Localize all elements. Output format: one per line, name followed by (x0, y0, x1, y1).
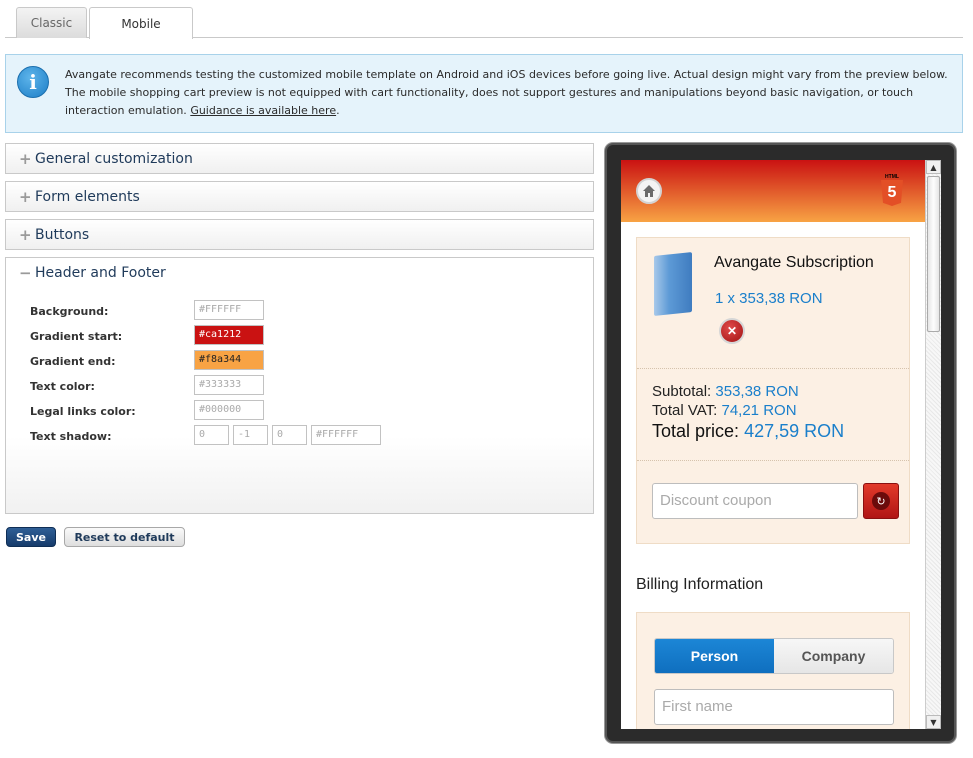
person-option[interactable]: Person (655, 639, 774, 673)
text-shadow-x-input[interactable]: 0 (194, 425, 229, 445)
product-quantity-price: 1 x 353,38 RON (715, 290, 823, 307)
section-header[interactable]: + Form elements (6, 182, 593, 211)
total-price-label: Total price: (652, 421, 740, 441)
html5-caption: HTML (885, 174, 899, 180)
section-form-elements: + Form elements (5, 181, 594, 212)
vat-value: 74,21 RON (721, 402, 797, 419)
tab-bar: Classic Mobile (5, 0, 963, 39)
text-color-input[interactable]: #333333 (194, 375, 264, 395)
text-shadow-color-input[interactable]: #FFFFFF (311, 425, 381, 445)
section-general-customization: + General customization (5, 143, 594, 174)
tab-mobile[interactable]: Mobile (89, 7, 193, 39)
scrollbar-thumb[interactable] (927, 176, 940, 332)
reset-to-default-button[interactable]: Reset to default (64, 527, 185, 547)
cart-summary-card: Avangate Subscription 1 x 353,38 RON ✕ S… (636, 237, 910, 544)
text-shadow-y-input[interactable]: -1 (233, 425, 268, 445)
preview-scrollbar[interactable]: ▲ ▼ (925, 160, 941, 729)
gradient-start-input[interactable]: #ca1212 (194, 325, 264, 345)
expand-icon: + (19, 225, 32, 244)
subtotal-label: Subtotal: (652, 383, 712, 400)
scroll-up-icon[interactable]: ▲ (926, 160, 941, 174)
apply-coupon-button[interactable]: ↻ (863, 483, 899, 519)
section-header-and-footer: − Header and Footer Background: #FFFFFF G… (5, 257, 594, 514)
section-title: Buttons (35, 226, 90, 243)
gradient-end-label: Gradient end: (30, 355, 116, 368)
mobile-preview-screen[interactable]: HTML 5 Avangate Subscription 1 x 353,38 … (621, 160, 925, 729)
expand-icon: + (19, 149, 32, 168)
billing-card: Person Company First name (636, 612, 910, 729)
text-shadow-blur-input[interactable]: 0 (272, 425, 307, 445)
vat-line: Total VAT: 74,21 RON (652, 402, 797, 419)
section-header[interactable]: + General customization (6, 144, 593, 173)
divider (637, 460, 909, 461)
billing-information-heading: Billing Information (636, 576, 764, 593)
total-price-line: Total price: 427,59 RON (652, 421, 844, 442)
section-header[interactable]: − Header and Footer (6, 258, 593, 287)
section-header[interactable]: + Buttons (6, 220, 593, 249)
gradient-end-input[interactable]: #f8a344 (194, 350, 264, 370)
section-title: Form elements (35, 188, 140, 205)
expand-icon: + (19, 187, 32, 206)
legal-links-color-label: Legal links color: (30, 405, 136, 418)
total-price-value: 427,59 RON (744, 421, 845, 441)
customer-type-toggle: Person Company (654, 638, 894, 674)
text-shadow-label: Text shadow: (30, 430, 112, 443)
discount-coupon-input[interactable]: Discount coupon (652, 483, 858, 519)
company-option[interactable]: Company (774, 639, 893, 673)
tab-classic[interactable]: Classic (16, 7, 87, 38)
text-color-label: Text color: (30, 380, 95, 393)
divider (637, 368, 909, 369)
product-name: Avangate Subscription (714, 254, 874, 271)
section-title: General customization (35, 150, 193, 167)
background-label: Background: (30, 305, 109, 318)
vat-label: Total VAT: (652, 402, 718, 419)
first-name-input[interactable]: First name (654, 689, 894, 725)
info-text: Avangate recommends testing the customiz… (65, 66, 955, 120)
save-button[interactable]: Save (6, 527, 56, 547)
section-buttons: + Buttons (5, 219, 594, 250)
section-title: Header and Footer (35, 264, 166, 281)
mobile-preview-frame: HTML 5 Avangate Subscription 1 x 353,38 … (605, 143, 956, 743)
subtotal-line: Subtotal: 353,38 RON (652, 383, 799, 400)
html5-shield: 5 (881, 180, 903, 206)
remove-item-icon[interactable]: ✕ (719, 318, 745, 344)
info-icon: i (17, 66, 49, 98)
legal-links-color-input[interactable]: #000000 (194, 400, 264, 420)
home-icon[interactable] (636, 178, 662, 204)
background-color-input[interactable]: #FFFFFF (194, 300, 264, 320)
html5-logo-icon: HTML 5 (881, 174, 903, 210)
product-box-icon (654, 252, 692, 316)
mobile-header: HTML 5 (621, 160, 925, 222)
gradient-start-label: Gradient start: (30, 330, 123, 343)
info-suffix: . (336, 104, 340, 117)
refresh-icon: ↻ (872, 492, 890, 510)
subtotal-value: 353,38 RON (715, 383, 799, 400)
guidance-link[interactable]: Guidance is available here (190, 104, 336, 117)
scroll-down-icon[interactable]: ▼ (926, 715, 941, 729)
info-banner: i Avangate recommends testing the custom… (5, 54, 963, 133)
collapse-icon: − (19, 263, 32, 282)
